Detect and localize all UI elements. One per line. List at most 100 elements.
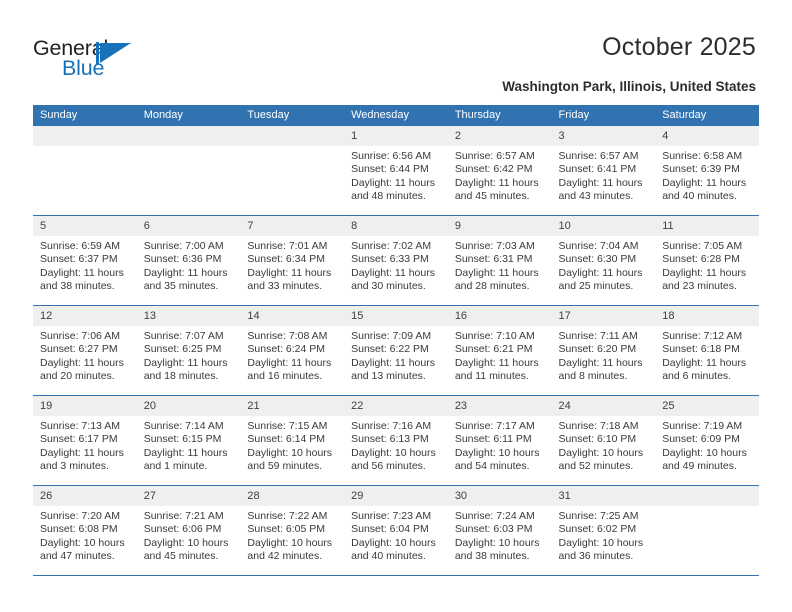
day-number: 10 xyxy=(551,216,656,236)
sunrise-text: Sunrise: 7:03 AM xyxy=(454,240,535,252)
sunset-text: Sunset: 6:31 PM xyxy=(454,253,533,266)
sunrise-text: Sunrise: 7:00 AM xyxy=(143,240,224,252)
calendar-day-cell[interactable]: 5 Sunrise: 6:59 AM Sunset: 6:37 PM Daylight… xyxy=(33,215,137,306)
calendar-day-cell[interactable]: 8 Sunrise: 7:02 AM Sunset: 6:33 PM Daylight… xyxy=(344,215,448,306)
calendar-day-cell[interactable]: 16 Sunrise: 7:10 AM Sunset: 6:21 PM Dayligh… xyxy=(447,305,552,396)
day-number: 29 xyxy=(344,486,448,506)
sunrise-text: Sunrise: 7:08 AM xyxy=(247,330,328,342)
day-number: 16 xyxy=(447,306,552,326)
day-details: Sunrise: 7:18 AM Sunset: 6:10 PM Daylight:… xyxy=(552,416,656,473)
day-details: Sunrise: 7:08 AM Sunset: 6:24 PM Daylight:… xyxy=(240,326,344,383)
calendar-day-cell[interactable]: 30 Sunrise: 7:24 AM Sunset: 6:03 PM Dayligh… xyxy=(447,485,552,576)
day-number: 21 xyxy=(240,396,345,416)
sunrise-text: Sunrise: 7:06 AM xyxy=(40,330,120,342)
sunrise-text: Sunrise: 6:59 AM xyxy=(40,240,120,252)
day-number: 8 xyxy=(344,216,448,236)
sunrise-text: Sunrise: 6:57 AM xyxy=(558,150,639,162)
day-details: Sunrise: 7:15 AM Sunset: 6:14 PM Daylight:… xyxy=(240,416,344,473)
daylight-text: Daylight: 11 hours and 11 minutes. xyxy=(454,356,539,382)
sunrise-text: Sunrise: 7:09 AM xyxy=(351,330,432,342)
calendar-day-cell[interactable]: 17 Sunrise: 7:11 AM Sunset: 6:20 PM Dayligh… xyxy=(551,305,656,396)
day-details: Sunrise: 7:20 AM Sunset: 6:08 PM Daylight:… xyxy=(33,506,137,563)
sunrise-text: Sunrise: 7:18 AM xyxy=(558,420,639,432)
sunrise-text: Sunrise: 7:25 AM xyxy=(558,510,639,522)
calendar-day-cell[interactable]: 3 Sunrise: 6:57 AM Sunset: 6:41 PM Daylight… xyxy=(551,126,656,216)
calendar-day-cell[interactable]: 15 Sunrise: 7:09 AM Sunset: 6:22 PM Dayligh… xyxy=(344,305,448,396)
sunset-text: Sunset: 6:05 PM xyxy=(247,523,326,536)
weekday-header-monday: Monday xyxy=(136,105,241,126)
sunset-text: Sunset: 6:42 PM xyxy=(454,163,533,176)
calendar-week-row: 26 Sunrise: 7:20 AM Sunset: 6:08 PM Dayligh… xyxy=(33,485,759,576)
day-number: 9 xyxy=(447,216,552,236)
calendar-day-cell[interactable]: 9 Sunrise: 7:03 AM Sunset: 6:31 PM Daylight… xyxy=(447,215,552,306)
daylight-text: Daylight: 10 hours and 40 minutes. xyxy=(351,536,436,562)
daylight-text: Daylight: 11 hours and 35 minutes. xyxy=(143,266,228,292)
calendar-cell-empty xyxy=(240,126,345,216)
daylight-text: Daylight: 11 hours and 8 minutes. xyxy=(558,356,643,382)
daylight-text: Daylight: 10 hours and 38 minutes. xyxy=(454,536,540,562)
sunset-text: Sunset: 6:20 PM xyxy=(558,343,637,356)
calendar-day-cell[interactable]: 29 Sunrise: 7:23 AM Sunset: 6:04 PM Dayligh… xyxy=(344,485,448,576)
sunrise-text: Sunrise: 7:21 AM xyxy=(143,510,224,522)
daylight-text: Daylight: 10 hours and 56 minutes. xyxy=(351,446,436,472)
daylight-text: Daylight: 10 hours and 45 minutes. xyxy=(143,536,229,562)
sunrise-text: Sunrise: 7:05 AM xyxy=(662,240,743,252)
calendar-week-row: 19 Sunrise: 7:13 AM Sunset: 6:17 PM Dayligh… xyxy=(33,395,759,486)
sunrise-text: Sunrise: 7:15 AM xyxy=(247,420,328,432)
day-details: Sunrise: 6:58 AM Sunset: 6:39 PM Daylight:… xyxy=(655,146,759,203)
daylight-text: Daylight: 10 hours and 36 minutes. xyxy=(558,536,644,562)
calendar-day-cell[interactable]: 13 Sunrise: 7:07 AM Sunset: 6:25 PM Dayligh… xyxy=(136,305,241,396)
sunset-text: Sunset: 6:18 PM xyxy=(662,343,740,356)
day-details: Sunrise: 7:25 AM Sunset: 6:02 PM Daylight:… xyxy=(552,506,656,563)
calendar-day-cell[interactable]: 24 Sunrise: 7:18 AM Sunset: 6:10 PM Dayligh… xyxy=(551,395,656,486)
day-number: 13 xyxy=(136,306,241,326)
day-details: Sunrise: 7:05 AM Sunset: 6:28 PM Daylight:… xyxy=(655,236,759,293)
day-number: 1 xyxy=(344,126,448,146)
calendar-day-cell[interactable]: 1 Sunrise: 6:56 AM Sunset: 6:44 PM Daylight… xyxy=(344,126,448,216)
sunset-text: Sunset: 6:30 PM xyxy=(558,253,637,266)
calendar-day-cell[interactable]: 28 Sunrise: 7:22 AM Sunset: 6:05 PM Dayligh… xyxy=(240,485,345,576)
calendar-day-cell[interactable]: 11 Sunrise: 7:05 AM Sunset: 6:28 PM Dayligh… xyxy=(655,215,759,306)
sunrise-text: Sunrise: 6:56 AM xyxy=(351,150,432,162)
day-number: 22 xyxy=(344,396,448,416)
calendar-day-cell[interactable]: 27 Sunrise: 7:21 AM Sunset: 6:06 PM Dayligh… xyxy=(136,485,241,576)
calendar-day-cell[interactable]: 26 Sunrise: 7:20 AM Sunset: 6:08 PM Dayligh… xyxy=(33,485,137,576)
day-number: 30 xyxy=(447,486,552,506)
calendar-cell-empty xyxy=(136,126,241,216)
calendar-day-cell[interactable]: 23 Sunrise: 7:17 AM Sunset: 6:11 PM Dayligh… xyxy=(447,395,552,486)
calendar-day-cell[interactable]: 21 Sunrise: 7:15 AM Sunset: 6:14 PM Dayligh… xyxy=(240,395,345,486)
calendar-day-cell[interactable]: 7 Sunrise: 7:01 AM Sunset: 6:34 PM Daylight… xyxy=(240,215,345,306)
day-number: 27 xyxy=(136,486,241,506)
calendar-day-cell[interactable]: 22 Sunrise: 7:16 AM Sunset: 6:13 PM Dayligh… xyxy=(344,395,448,486)
sunrise-text: Sunrise: 7:24 AM xyxy=(454,510,535,522)
calendar-day-cell[interactable]: 20 Sunrise: 7:14 AM Sunset: 6:15 PM Dayligh… xyxy=(136,395,241,486)
day-details: Sunrise: 7:04 AM Sunset: 6:30 PM Daylight:… xyxy=(552,236,656,293)
sunset-text: Sunset: 6:17 PM xyxy=(40,433,118,446)
brand-logo[interactable]: General Blue xyxy=(33,36,223,91)
sunset-text: Sunset: 6:13 PM xyxy=(351,433,429,446)
calendar-day-cell[interactable]: 25 Sunrise: 7:19 AM Sunset: 6:09 PM Dayligh… xyxy=(655,395,759,486)
calendar-day-cell[interactable]: 12 Sunrise: 7:06 AM Sunset: 6:27 PM Dayligh… xyxy=(33,305,137,396)
calendar-cell-empty xyxy=(655,485,759,576)
sunrise-text: Sunrise: 6:57 AM xyxy=(454,150,535,162)
sunrise-text: Sunrise: 7:23 AM xyxy=(351,510,432,522)
sunrise-text: Sunrise: 7:14 AM xyxy=(143,420,224,432)
calendar-day-cell[interactable]: 10 Sunrise: 7:04 AM Sunset: 6:30 PM Dayligh… xyxy=(551,215,656,306)
sunrise-sunset-calendar: Sunday Monday Tuesday Wednesday Thursday… xyxy=(33,105,759,576)
calendar-day-cell[interactable]: 18 Sunrise: 7:12 AM Sunset: 6:18 PM Dayligh… xyxy=(655,305,759,396)
calendar-day-cell[interactable]: 4 Sunrise: 6:58 AM Sunset: 6:39 PM Daylight… xyxy=(655,126,759,216)
calendar-day-cell[interactable]: 19 Sunrise: 7:13 AM Sunset: 6:17 PM Dayligh… xyxy=(33,395,137,486)
daylight-text: Daylight: 11 hours and 25 minutes. xyxy=(558,266,643,292)
calendar-week-row: 5 Sunrise: 6:59 AM Sunset: 6:37 PM Daylight… xyxy=(33,215,759,306)
page-header: General Blue October 2025 Washington Par… xyxy=(0,0,792,100)
calendar-day-cell[interactable]: 6 Sunrise: 7:00 AM Sunset: 6:36 PM Daylight… xyxy=(136,215,241,306)
sunset-text: Sunset: 6:11 PM xyxy=(454,433,532,446)
calendar-day-cell[interactable]: 2 Sunrise: 6:57 AM Sunset: 6:42 PM Daylight… xyxy=(447,126,552,216)
calendar-day-cell[interactable]: 14 Sunrise: 7:08 AM Sunset: 6:24 PM Dayligh… xyxy=(240,305,345,396)
sunrise-text: Sunrise: 7:22 AM xyxy=(247,510,328,522)
sunset-text: Sunset: 6:08 PM xyxy=(40,523,118,536)
calendar-day-cell[interactable]: 31 Sunrise: 7:25 AM Sunset: 6:02 PM Dayligh… xyxy=(551,485,656,576)
daylight-text: Daylight: 11 hours and 6 minutes. xyxy=(662,356,747,382)
daylight-text: Daylight: 10 hours and 54 minutes. xyxy=(454,446,540,472)
day-details: Sunrise: 7:02 AM Sunset: 6:33 PM Daylight:… xyxy=(344,236,448,293)
